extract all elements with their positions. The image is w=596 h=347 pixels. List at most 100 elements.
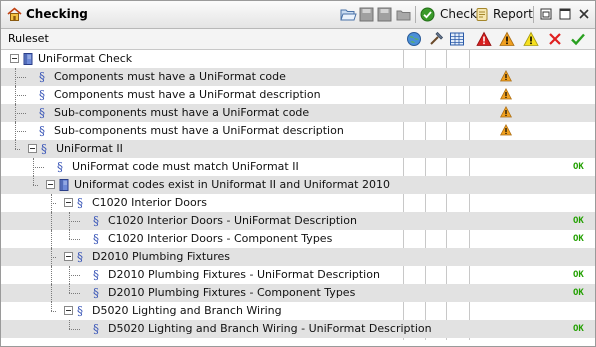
tree-row[interactable]: § D2010 Plumbing Fixtures	[1, 248, 595, 266]
tree-row[interactable]: § C1020 Interior Doors - Component Types O…	[1, 230, 595, 248]
tree-connector	[69, 221, 80, 222]
tree-connector	[15, 113, 26, 114]
ok-status-text: OK	[573, 234, 584, 244]
tree-item-label: D2010 Plumbing Fixtures - UniFormat Desc…	[108, 268, 380, 281]
tree-row[interactable]: § Components must have a UniFormat descri…	[1, 86, 595, 104]
report-scroll-icon	[476, 8, 488, 21]
ruleset-book-icon	[23, 53, 33, 65]
tree-connector	[33, 167, 44, 168]
tree-item-label: D2010 Plumbing Fixtures - Component Type…	[108, 286, 356, 299]
warning-status-icon	[500, 106, 512, 118]
collapse-toggle[interactable]	[64, 198, 73, 207]
collapse-toggle[interactable]	[64, 306, 73, 315]
ruleset-column-header[interactable]: Ruleset	[8, 32, 49, 45]
rule-section-icon: §	[39, 106, 45, 120]
tree-row[interactable]: § C1020 Interior Doors	[1, 194, 595, 212]
rule-section-icon: §	[93, 214, 99, 228]
tree-connector	[15, 131, 26, 132]
rule-section-icon: §	[39, 88, 45, 102]
tree-item-label: C1020 Interior Doors - UniFormat Descrip…	[108, 214, 357, 227]
maximize-icon[interactable]	[558, 6, 572, 23]
folder-icon[interactable]	[396, 6, 411, 23]
tree-row[interactable]: § D5020 Lighting and Branch Wiring	[1, 302, 595, 320]
table-grid-icon[interactable]	[449, 31, 465, 47]
tree-row[interactable]: § C1020 Interior Doors - UniFormat Descri…	[1, 212, 595, 230]
collapse-toggle[interactable]	[28, 144, 37, 153]
rule-section-icon: §	[93, 268, 99, 282]
tree-row[interactable]: § D2010 Plumbing Fixtures - Component Typ…	[1, 284, 595, 302]
tree-item-label: Components must have a UniFormat descrip…	[54, 88, 321, 101]
rule-section-icon: §	[77, 250, 83, 264]
tree-row[interactable]: § UniFormat code must match UniFormat II O…	[1, 158, 595, 176]
tree-item-label: C1020 Interior Doors - Component Types	[108, 232, 333, 245]
rule-section-icon: §	[93, 322, 99, 336]
tree-connector	[51, 302, 52, 311]
tree-item-label: Sub-components must have a UniFormat des…	[54, 124, 344, 137]
ok-status-text: OK	[573, 288, 584, 298]
ok-status-text: OK	[573, 270, 584, 280]
tree-row[interactable]: § Sub-components must have a UniFormat co…	[1, 104, 595, 122]
report-label: Report	[493, 7, 533, 21]
window-title: Checking	[26, 7, 88, 21]
tree-row[interactable]: § UniFormat II	[1, 140, 595, 158]
toolbar-separator	[415, 6, 416, 23]
tree-item-label: UniFormat Check	[38, 52, 133, 65]
restore-window-icon[interactable]	[539, 6, 553, 23]
open-folder-icon[interactable]	[340, 6, 357, 23]
warning-status-icon	[500, 124, 512, 136]
tree-row[interactable]: § Components must have a UniFormat code	[1, 68, 595, 86]
collapse-toggle[interactable]	[46, 180, 55, 189]
passed-check-icon[interactable]	[570, 31, 586, 47]
tree-row[interactable]: Uniformat codes exist in Uniformat II an…	[1, 176, 595, 194]
tree-connector	[33, 176, 34, 185]
tree-connector	[51, 311, 56, 312]
tree-row[interactable]: UniFormat Check	[1, 50, 595, 68]
tree-connector	[15, 149, 20, 150]
title-bar: Checking Check Report	[1, 1, 595, 29]
check-label: Check	[440, 7, 477, 21]
tree-connector	[51, 284, 52, 302]
rule-section-icon: §	[93, 232, 99, 246]
tree-connector	[51, 257, 56, 258]
house-icon	[7, 7, 22, 21]
tree-item-label: Sub-components must have a UniFormat cod…	[54, 106, 310, 119]
close-icon[interactable]	[577, 6, 591, 23]
tree-connector	[69, 230, 70, 239]
tree-connector	[33, 185, 38, 186]
tree-row[interactable]: § D5020 Lighting and Branch Wiring - UniF…	[1, 320, 595, 338]
tree-connector	[15, 140, 16, 149]
ok-status-text: OK	[573, 162, 584, 172]
column-header: Ruleset	[1, 29, 595, 50]
tree-connector	[51, 203, 56, 204]
tree-item-label: UniFormat II	[56, 142, 123, 155]
report-button[interactable]: Report	[475, 6, 533, 23]
save-all-icon[interactable]	[377, 6, 392, 23]
check-button[interactable]: Check	[420, 6, 477, 23]
tree-connector	[51, 212, 52, 230]
warning-icon[interactable]	[499, 31, 515, 47]
rule-section-icon: §	[77, 304, 83, 318]
tree-item-label: C1020 Interior Doors	[92, 196, 207, 209]
check-circle-icon	[420, 7, 435, 22]
rule-section-icon: §	[77, 196, 83, 210]
tree-item-label: D5020 Lighting and Branch Wiring - UniFo…	[108, 322, 432, 335]
collapse-toggle[interactable]	[64, 252, 73, 261]
tree-connector	[69, 284, 70, 293]
collapse-toggle[interactable]	[10, 54, 19, 63]
info-warning-icon[interactable]	[523, 31, 539, 47]
ok-status-text: OK	[573, 324, 584, 334]
rule-section-icon: §	[57, 160, 63, 174]
tree-connector	[69, 293, 80, 294]
rule-section-icon: §	[93, 286, 99, 300]
rule-section-icon: §	[41, 142, 47, 156]
ruleset-book-icon	[59, 179, 69, 191]
hammer-icon[interactable]	[428, 31, 444, 47]
error-icon[interactable]	[476, 31, 492, 47]
tree-row[interactable]: § Sub-components must have a UniFormat de…	[1, 122, 595, 140]
tree-row[interactable]: § D2010 Plumbing Fixtures - UniFormat Des…	[1, 266, 595, 284]
save-icon[interactable]	[359, 6, 374, 23]
rule-section-icon: §	[39, 124, 45, 138]
tree-connector	[69, 329, 80, 330]
globe-icon[interactable]	[406, 31, 422, 47]
failed-x-icon[interactable]	[547, 31, 563, 47]
